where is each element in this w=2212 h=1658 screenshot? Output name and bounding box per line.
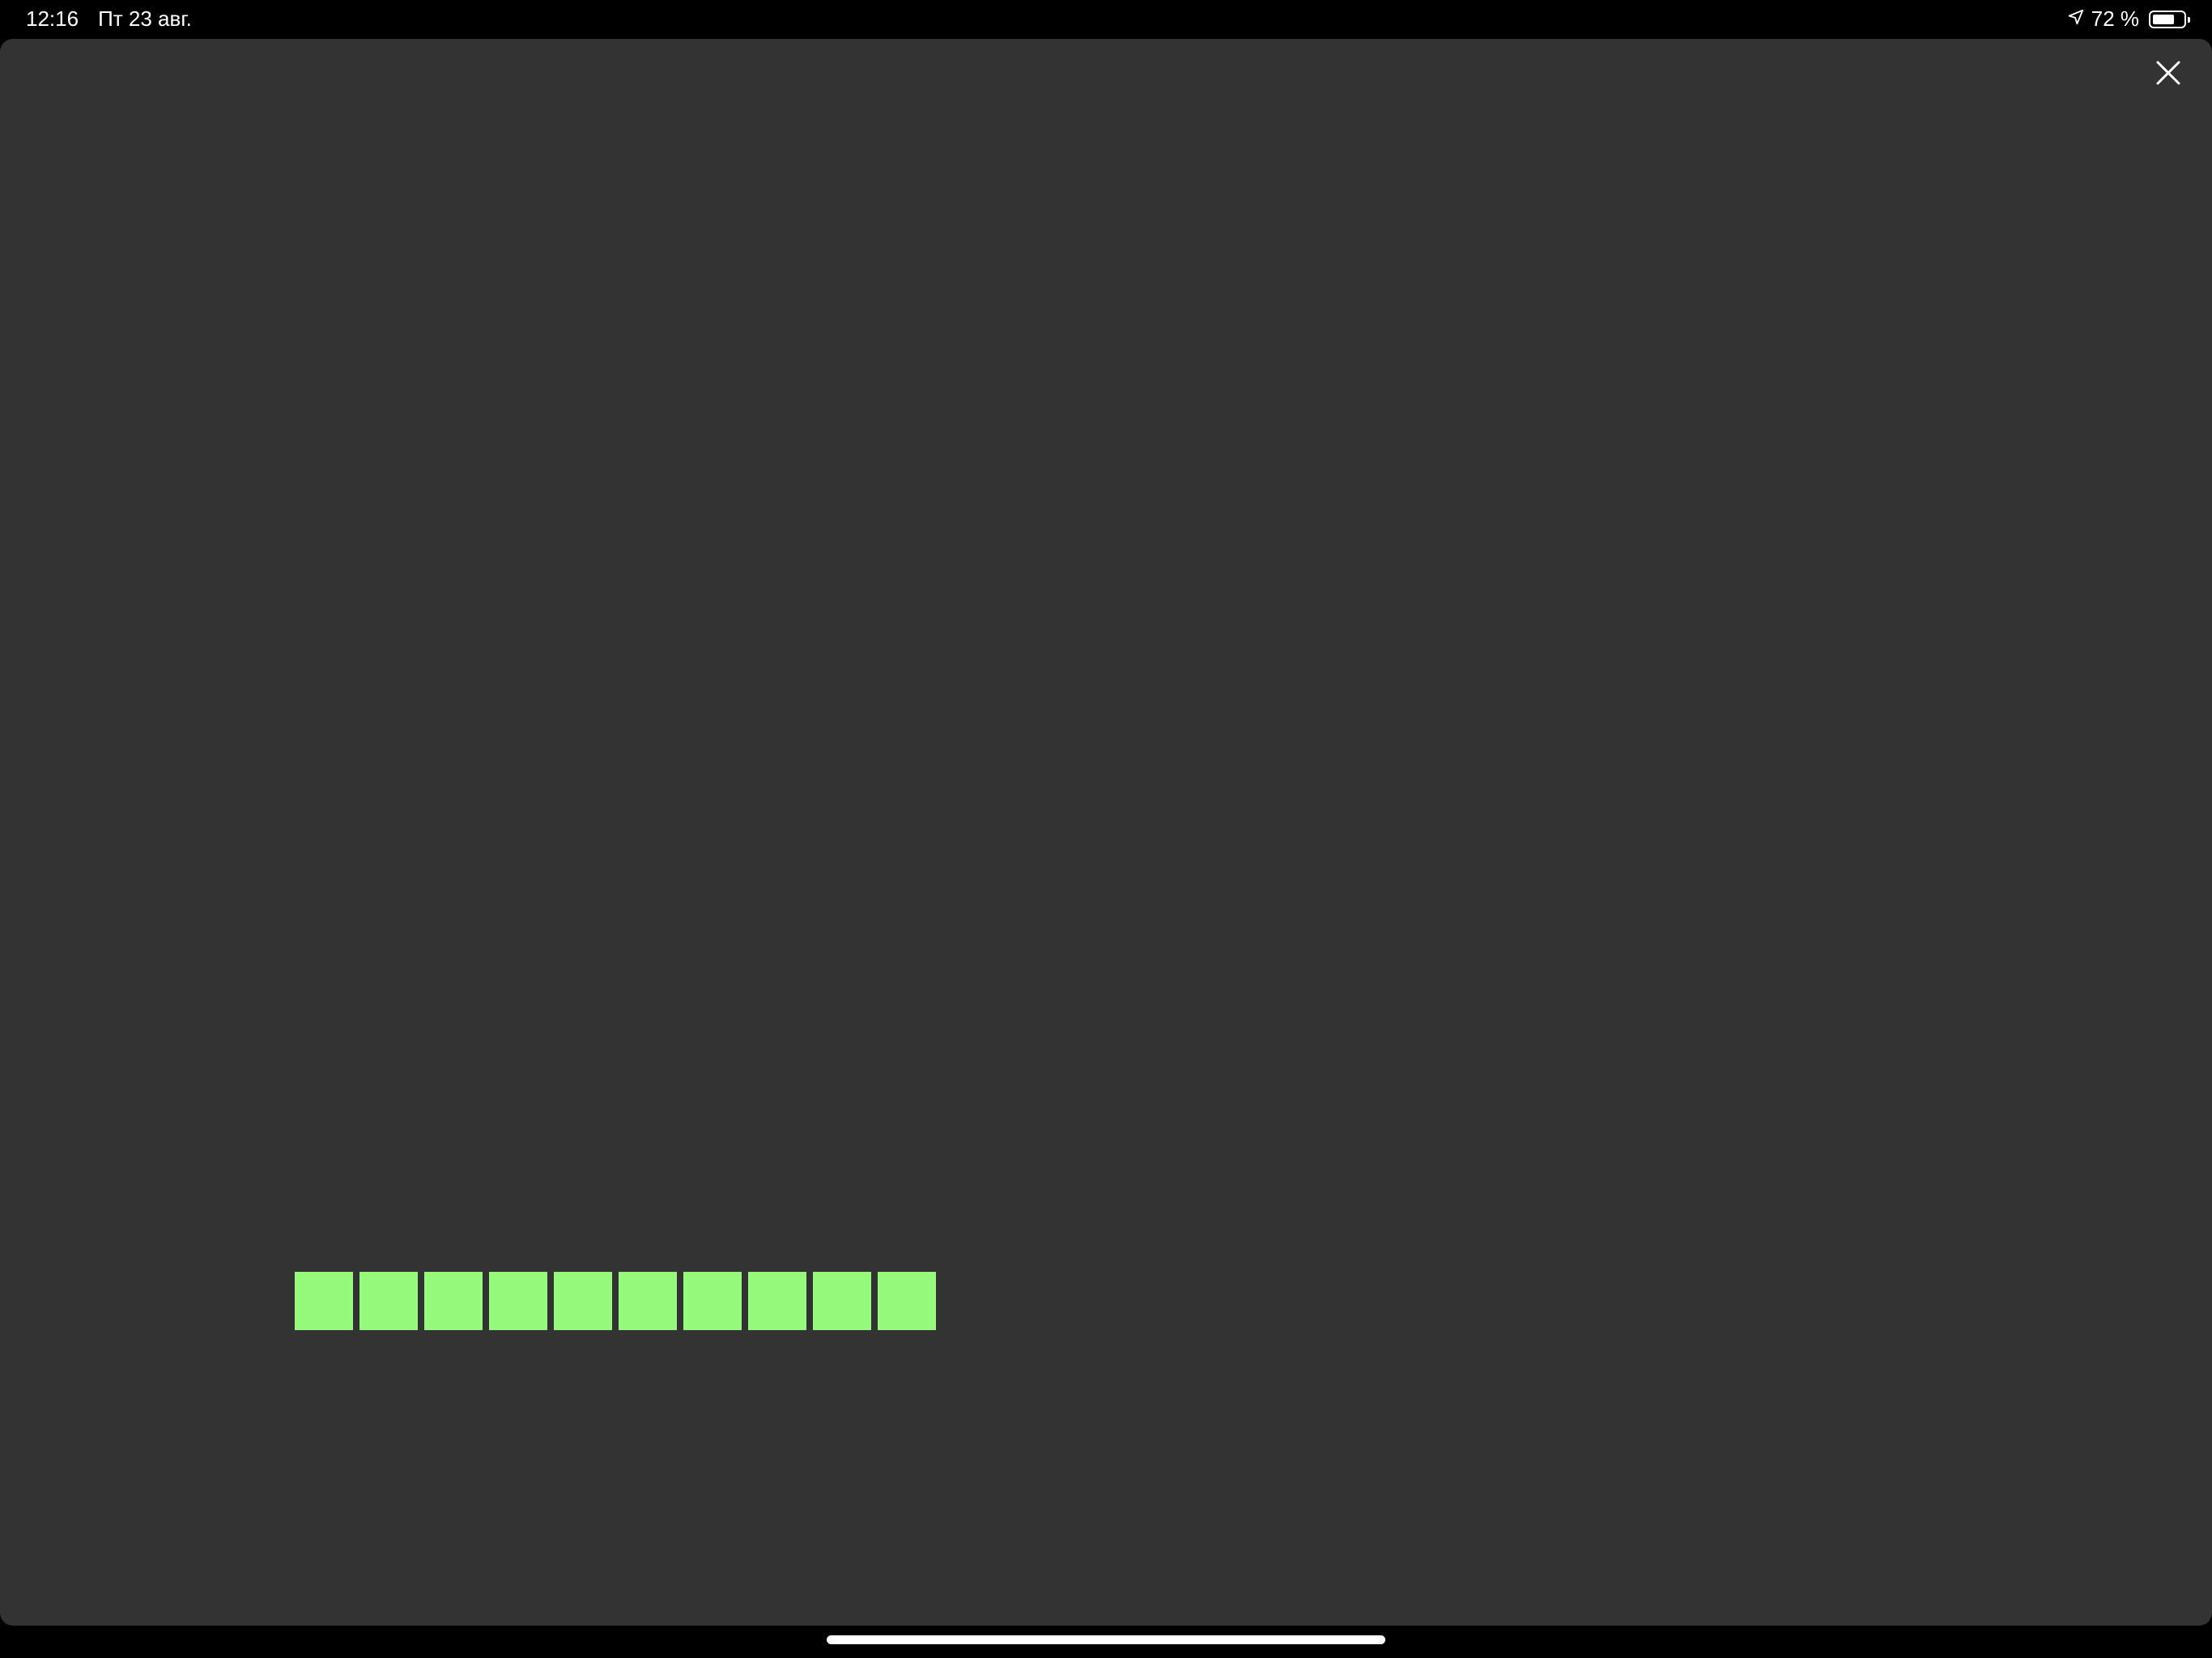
progress-block <box>424 1272 483 1330</box>
progress-block <box>295 1272 353 1330</box>
progress-block <box>813 1272 871 1330</box>
progress-block <box>878 1272 936 1330</box>
status-time: 12:16 <box>26 6 79 31</box>
battery-icon <box>2149 10 2190 28</box>
progress-block <box>554 1272 612 1330</box>
battery-tip <box>2188 16 2190 23</box>
status-right: 72 % <box>2067 6 2190 32</box>
status-bar: 12:16 Пт 23 авг. 72 % <box>0 0 2212 39</box>
status-left: 12:16 Пт 23 авг. <box>26 6 192 32</box>
progress-block <box>683 1272 742 1330</box>
progress-blocks <box>295 1272 936 1330</box>
battery-fill <box>2153 14 2174 24</box>
progress-block <box>748 1272 806 1330</box>
status-date: Пт 23 авг. <box>98 6 192 31</box>
battery-percent: 72 % <box>2091 6 2139 31</box>
close-icon <box>2156 61 2180 85</box>
home-indicator[interactable] <box>827 1635 1385 1644</box>
progress-block <box>359 1272 418 1330</box>
main-sheet <box>0 39 2212 1626</box>
close-button[interactable] <box>2150 55 2186 91</box>
progress-block <box>489 1272 547 1330</box>
progress-block <box>619 1272 677 1330</box>
location-arrow-icon <box>2067 6 2085 32</box>
